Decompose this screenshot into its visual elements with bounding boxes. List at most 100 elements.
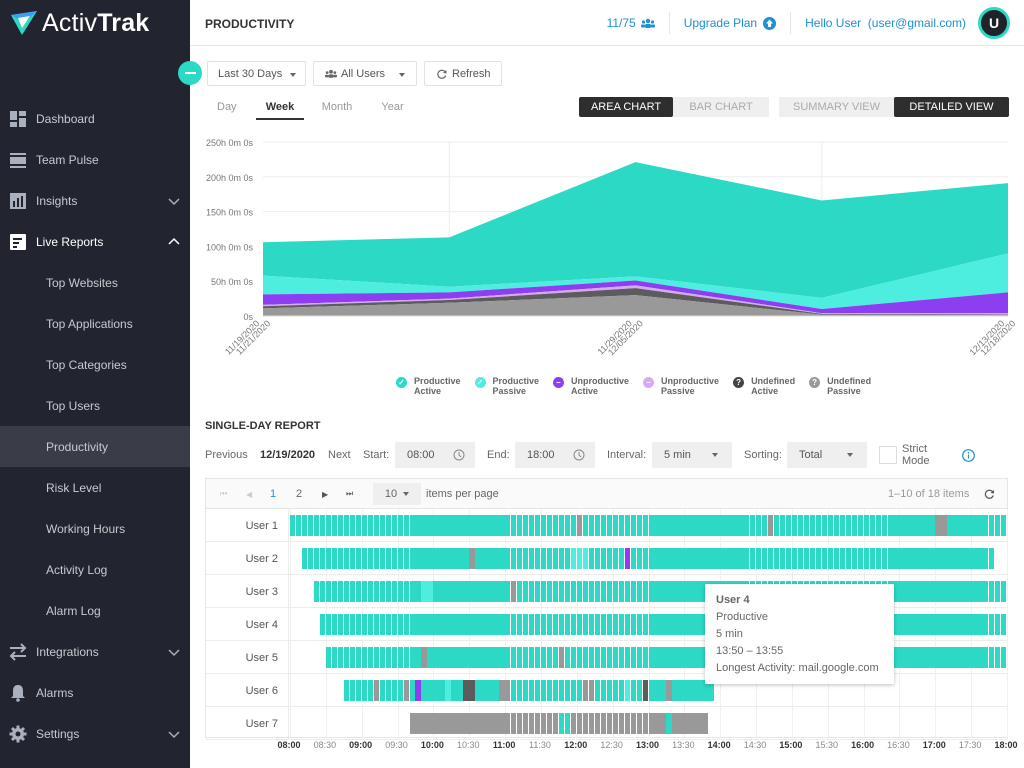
activity-slot[interactable] [487, 713, 493, 734]
activity-slot[interactable] [797, 548, 804, 569]
activity-slot[interactable] [618, 680, 624, 701]
activity-slot[interactable] [457, 548, 463, 569]
activity-slot[interactable] [343, 647, 350, 668]
activity-slot[interactable] [319, 581, 326, 602]
activity-slot[interactable] [815, 548, 822, 569]
activity-slot[interactable] [624, 515, 630, 536]
activity-slot[interactable] [612, 515, 619, 536]
activity-slot[interactable] [576, 647, 583, 668]
activity-slot[interactable] [403, 581, 409, 602]
activity-slot[interactable] [409, 647, 415, 668]
activity-slot[interactable] [839, 515, 846, 536]
activity-slot[interactable] [630, 614, 636, 635]
activity-slot[interactable] [570, 581, 577, 602]
activity-slot[interactable] [385, 614, 391, 635]
activity-slot[interactable] [290, 515, 296, 536]
activity-slot[interactable] [612, 548, 619, 569]
date-range-dropdown[interactable]: Last 30 Days [207, 61, 306, 86]
activity-slot[interactable] [606, 548, 613, 569]
activity-slot[interactable] [905, 614, 911, 635]
activity-slot[interactable] [355, 515, 362, 536]
activity-slot[interactable] [624, 713, 630, 734]
activity-slot[interactable] [630, 680, 636, 701]
activity-slot[interactable] [630, 548, 636, 569]
refresh-button[interactable]: Refresh [424, 61, 502, 86]
activity-slot[interactable] [983, 581, 989, 602]
legend-item[interactable]: ✓ Productive Active [396, 376, 461, 396]
activity-slot[interactable] [564, 515, 571, 536]
activity-slot[interactable] [367, 581, 374, 602]
activity-slot[interactable] [588, 548, 595, 569]
activity-slot[interactable] [606, 680, 613, 701]
activity-slot[interactable] [642, 548, 648, 569]
activity-slot[interactable] [636, 680, 642, 701]
activity-slot[interactable] [660, 647, 666, 668]
first-page-icon[interactable]: ⏮ [220, 479, 227, 509]
activity-slot[interactable] [983, 515, 989, 536]
sidebar-subitem-top-categories[interactable]: Top Categories [0, 344, 190, 385]
activity-slot[interactable] [971, 647, 977, 668]
activity-slot[interactable] [546, 515, 553, 536]
activity-slot[interactable] [606, 713, 613, 734]
sidebar-item-live-reports[interactable]: Live Reports [0, 221, 190, 262]
activity-slot[interactable] [672, 614, 678, 635]
activity-slot[interactable] [397, 548, 403, 569]
activity-slot[interactable] [517, 647, 523, 668]
activity-slot[interactable] [971, 581, 977, 602]
activity-slot[interactable] [791, 515, 798, 536]
activity-slot[interactable] [499, 581, 505, 602]
activity-slot[interactable] [678, 581, 684, 602]
activity-slot[interactable] [427, 680, 433, 701]
activity-slot[interactable] [457, 713, 463, 734]
activity-slot[interactable] [493, 680, 499, 701]
activity-slot[interactable] [493, 548, 499, 569]
activity-slot[interactable] [773, 548, 780, 569]
activity-slot[interactable] [600, 713, 607, 734]
activity-slot[interactable] [463, 581, 469, 602]
sidebar-item-settings[interactable]: Settings [0, 713, 190, 754]
activity-slot[interactable] [594, 581, 601, 602]
activity-slot[interactable] [845, 515, 852, 536]
activity-slot[interactable] [415, 680, 421, 701]
activity-slot[interactable] [845, 548, 852, 569]
activity-slot[interactable] [534, 548, 541, 569]
activity-slot[interactable] [911, 614, 917, 635]
activity-slot[interactable] [917, 548, 923, 569]
activity-slot[interactable] [636, 515, 642, 536]
activity-slot[interactable] [499, 515, 505, 536]
activity-slot[interactable] [349, 581, 356, 602]
activity-slot[interactable] [660, 515, 666, 536]
activity-slot[interactable] [983, 614, 989, 635]
activity-slot[interactable] [624, 581, 630, 602]
activity-slot[interactable] [517, 515, 523, 536]
activity-slot[interactable] [379, 548, 385, 569]
activity-slot[interactable] [570, 614, 577, 635]
activity-slot[interactable] [373, 647, 380, 668]
activity-slot[interactable] [708, 548, 714, 569]
activity-slot[interactable] [343, 548, 350, 569]
activity-slot[interactable] [451, 713, 457, 734]
sidebar-item-integrations[interactable]: Integrations [0, 631, 190, 672]
detailed-view-toggle[interactable]: DETAILED VIEW [894, 97, 1009, 117]
activity-slot[interactable] [636, 548, 642, 569]
activity-slot[interactable] [600, 680, 607, 701]
activity-slot[interactable] [361, 581, 368, 602]
sidebar-subitem-top-users[interactable]: Top Users [0, 385, 190, 426]
activity-slot[interactable] [959, 614, 965, 635]
activity-slot[interactable] [523, 713, 529, 734]
activity-slot[interactable] [875, 515, 881, 536]
activity-slot[interactable] [995, 614, 1001, 635]
end-time-input[interactable]: 18:00 [515, 442, 595, 468]
activity-slot[interactable] [463, 515, 469, 536]
activity-slot[interactable] [672, 680, 678, 701]
activity-slot[interactable] [576, 680, 583, 701]
activity-slot[interactable] [654, 680, 660, 701]
activity-slot[interactable] [343, 614, 350, 635]
activity-slot[interactable] [929, 614, 935, 635]
activity-slot[interactable] [612, 647, 619, 668]
activity-slot[interactable] [576, 581, 583, 602]
activity-slot[interactable] [995, 515, 1001, 536]
sidebar-subitem-working-hours[interactable]: Working Hours [0, 508, 190, 549]
activity-slot[interactable] [762, 548, 768, 569]
activity-slot[interactable] [433, 548, 439, 569]
